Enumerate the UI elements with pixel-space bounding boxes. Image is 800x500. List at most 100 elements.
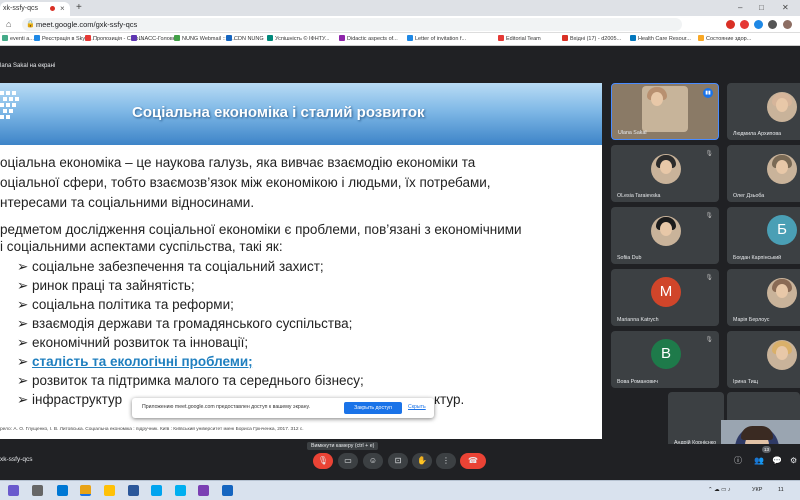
participant-tile[interactable]: 🎙 Sofiia Dub — [611, 207, 719, 264]
participant-tile[interactable]: 🎙 OLesia Taraievska — [611, 145, 719, 202]
participant-name: Ulana Sakal — [618, 130, 647, 136]
participant-tile[interactable]: 🎙Олег Дзьоба — [727, 145, 800, 202]
url-input[interactable]: 🔒 meet.google.com/gxk-ssfy-qcs — [22, 18, 682, 31]
bookmark-favicon-icon — [2, 35, 8, 41]
bookmark-favicon-icon — [131, 35, 137, 41]
slide-bullet: ➢ соціальне забезпечення та соціальний за… — [17, 259, 324, 274]
participant-name: Marianna Katrych — [617, 317, 659, 323]
participant-tile[interactable]: Андрій Корнієнко — [668, 392, 724, 449]
avatar: В — [651, 339, 681, 369]
address-bar-row: ⌂ 🔒 meet.google.com/gxk-ssfy-qcs — [0, 16, 800, 33]
slide-bullet: ➢ соціальна політика та реформи; — [17, 297, 234, 312]
url-text: meet.google.com/gxk-ssfy-qcs — [36, 20, 138, 29]
meet-main: lana Sakal на екрані Соціальна економіка… — [0, 46, 800, 480]
extension-icon[interactable] — [726, 20, 735, 29]
hide-notice-link[interactable]: Скрыть — [408, 404, 426, 410]
extension-icon[interactable] — [740, 20, 749, 29]
participant-tile[interactable]: M 🎙 Marianna Katrych — [611, 269, 719, 326]
participant-name: Ірина Тищ — [733, 379, 759, 385]
bookmark-item[interactable]: Letter of invitation f... — [407, 35, 466, 44]
bookmark-item[interactable]: INACC-Головна — [131, 35, 179, 44]
os-taskbar: ⌃ ☁ ▭ ♪ УКР 11 — [0, 480, 800, 500]
slide-bullet-tail: ктур. — [434, 392, 465, 407]
present-icon[interactable]: ⊡ — [388, 453, 408, 469]
avatar: M — [651, 277, 681, 307]
bookmark-favicon-icon — [174, 35, 180, 41]
participant-tile[interactable]: ▮▮ Ulana Sakal — [611, 83, 719, 140]
end-call-icon[interactable]: ☎ — [460, 453, 486, 469]
edge-icon[interactable] — [57, 485, 68, 496]
arrow-bullet-icon: ➢ — [17, 316, 29, 331]
stop-sharing-button[interactable]: Закрыть доступ — [344, 402, 402, 414]
meet-control-bar: xk-ssfy-qcs Вимкнути камеру (ctrl + e) 🎙… — [0, 442, 800, 480]
emoji-icon[interactable]: ☺ — [363, 453, 383, 469]
chrome-icon[interactable] — [80, 485, 91, 496]
extensions-puzzle-icon[interactable] — [768, 20, 777, 29]
extension-icon[interactable] — [754, 20, 763, 29]
mic-off-icon: 🎙 — [705, 213, 713, 219]
avatar — [767, 278, 797, 308]
language-indicator[interactable]: УКР — [752, 487, 762, 493]
profile-avatar[interactable] — [783, 20, 792, 29]
search-icon[interactable] — [32, 485, 43, 496]
clock[interactable]: 11 — [778, 487, 784, 493]
word-icon[interactable] — [128, 485, 139, 496]
participant-tile[interactable]: В 🎙 Вова Романович — [611, 331, 719, 388]
chat-icon[interactable]: 💬 — [772, 454, 782, 468]
viber-icon[interactable] — [198, 485, 209, 496]
browser-tab-bar: xk-ssfy-qcs × + – □ ✕ — [0, 0, 800, 16]
slide-text-line: оціальна економіка – це наукова галузь, … — [0, 155, 476, 170]
bookmark-favicon-icon — [339, 35, 345, 41]
bookmark-label: Letter of invitation f... — [415, 36, 467, 42]
slide-text-line: нтересами та соціальними відносинами. — [0, 195, 255, 210]
participant-tile[interactable]: 🎙Марія Берлоус — [727, 269, 800, 326]
participant-tile[interactable]: 🎙Людмила Архипова — [727, 83, 800, 140]
bookmark-item[interactable]: CDN NUNG — [226, 35, 264, 44]
slide-bullet: ➢ взаємодія держави та громадянського сус… — [17, 316, 353, 331]
participant-tile[interactable]: 🎙Ірина Тищ — [727, 331, 800, 388]
more-icon[interactable]: ⋮ — [436, 453, 456, 469]
bookmark-item[interactable]: eventi a... — [2, 35, 34, 44]
bookmark-item[interactable]: Успішність © ІФНТУ... — [267, 35, 329, 44]
minimize-button[interactable]: – — [738, 2, 742, 14]
bookmark-favicon-icon — [85, 35, 91, 41]
bookmark-item[interactable]: Состояние здор... — [698, 35, 751, 44]
skype-icon[interactable] — [175, 485, 186, 496]
bookmark-label: Editorial Team — [506, 36, 541, 42]
mic-off-icon: 🎙 — [705, 337, 713, 343]
bookmark-item[interactable]: Вхідні (17) - d2005... — [562, 35, 621, 44]
home-button[interactable]: ⌂ — [6, 18, 11, 31]
bookmark-favicon-icon — [407, 35, 413, 41]
start-icon[interactable] — [8, 485, 19, 496]
participant-name: Марія Берлоус — [733, 317, 770, 323]
camera-icon[interactable]: ▭ — [338, 453, 358, 469]
participant-tile[interactable]: Б🎙Богдан Карпінський — [727, 207, 800, 264]
info-icon[interactable]: ⓘ — [734, 454, 742, 468]
tab-close-icon[interactable]: × — [60, 2, 65, 16]
app-icon[interactable] — [222, 485, 233, 496]
new-tab-button[interactable]: + — [76, 2, 82, 14]
participant-name: Олег Дзьоба — [733, 193, 765, 199]
bookmark-label: INACC-Головна — [139, 36, 179, 42]
bookmark-item[interactable]: Health Care Resour... — [630, 35, 691, 44]
mic-off-icon[interactable]: 🎙 — [313, 453, 333, 469]
activities-icon[interactable]: ⚙ — [790, 454, 797, 468]
avatar — [651, 154, 681, 184]
bookmarks-bar: eventi a... Реєстрація в Skype... Пропозиц… — [0, 33, 800, 46]
bookmark-item[interactable]: Editorial Team — [498, 35, 541, 44]
slide-title: Соціальна економіка і сталий розвиток — [132, 104, 425, 121]
people-icon[interactable]: 👥 — [754, 454, 764, 468]
tray-icons[interactable]: ⌃ ☁ ▭ ♪ — [708, 487, 731, 493]
arrow-bullet-icon: ➢ — [17, 297, 29, 312]
raise-hand-icon[interactable]: ✋ — [412, 453, 432, 469]
maximize-button[interactable]: □ — [759, 2, 764, 14]
file-explorer-icon[interactable] — [104, 485, 115, 496]
store-icon[interactable] — [151, 485, 162, 496]
slide-bullet: ➢ інфраструктур — [17, 392, 123, 407]
close-window-button[interactable]: ✕ — [782, 2, 789, 14]
arrow-bullet-icon: ➢ — [17, 335, 29, 350]
browser-tab[interactable]: xk-ssfy-qcs × — [0, 2, 70, 16]
mic-off-icon: 🎙 — [705, 275, 713, 281]
arrow-bullet-icon: ➢ — [17, 373, 29, 388]
bookmark-item[interactable]: Didactic aspects of... — [339, 35, 398, 44]
